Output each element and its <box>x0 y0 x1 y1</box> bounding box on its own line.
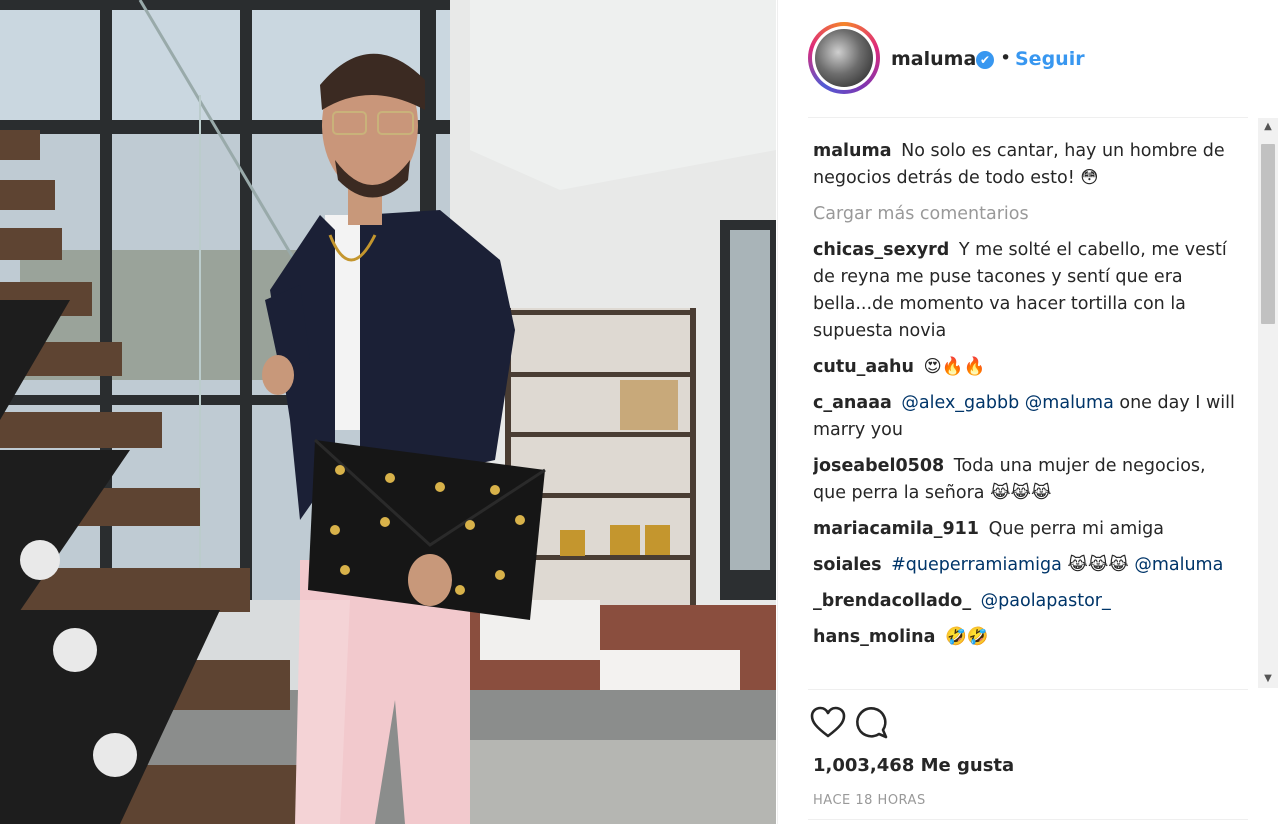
scroll-down-arrow-icon[interactable]: ▼ <box>1258 670 1278 688</box>
avatar[interactable] <box>812 26 876 90</box>
comment-text: 😹😹😹 <box>1067 555 1129 575</box>
follow-button[interactable]: Seguir <box>1015 48 1085 70</box>
comment-username[interactable]: joseabel0508 <box>813 456 944 476</box>
comment-mention[interactable]: @maluma <box>1025 393 1114 413</box>
verified-badge-icon: ✔ <box>976 51 994 69</box>
header-divider <box>808 117 1248 118</box>
comment-mention[interactable]: @alex_gabbb <box>901 393 1019 413</box>
caption: maluma No solo es cantar, hay un hombre … <box>813 138 1243 192</box>
bottom-divider <box>808 819 1248 820</box>
avatar-image <box>815 29 873 87</box>
comments-list[interactable]: maluma No solo es cantar, hay un hombre … <box>813 138 1243 690</box>
likes-count[interactable]: 1,003,468 Me gusta <box>813 755 1014 776</box>
scroll-up-arrow-icon[interactable]: ▲ <box>1258 118 1278 136</box>
separator-dot: • <box>1000 47 1012 69</box>
list-item: soiales #queperramiamiga 😹😹😹 @maluma <box>813 552 1243 579</box>
comment-username[interactable]: hans_molina <box>813 627 935 647</box>
comment-icon[interactable] <box>852 703 892 743</box>
comment-mention[interactable]: @paolapastor_ <box>981 591 1111 611</box>
comment-username[interactable]: _brendacollado_ <box>813 591 971 611</box>
list-item: _brendacollado_ @paolapastor_ <box>813 588 1243 615</box>
comment-username[interactable]: chicas_sexyrd <box>813 240 949 260</box>
scroll-thumb[interactable] <box>1261 144 1275 324</box>
comment-mention[interactable]: @maluma <box>1134 555 1223 575</box>
list-item: chicas_sexyrd Y me solté el cabello, me … <box>813 237 1243 345</box>
comment-hashtag[interactable]: #queperramiamiga <box>891 555 1062 575</box>
list-item: cutu_aahu 😍🔥🔥 <box>813 354 1243 381</box>
comment-username[interactable]: cutu_aahu <box>813 357 914 377</box>
photo-illustration <box>0 0 776 824</box>
comment-username[interactable]: soiales <box>813 555 882 575</box>
comment-username[interactable]: mariacamila_911 <box>813 519 979 539</box>
post-timestamp[interactable]: HACE 18 HORAS <box>813 793 926 808</box>
list-item: joseabel0508 Toda una mujer de negocios,… <box>813 453 1243 507</box>
header-username[interactable]: maluma <box>891 48 976 70</box>
comment-text: 🤣🤣 <box>945 627 989 647</box>
post-photo[interactable] <box>0 0 776 824</box>
load-more-comments-button[interactable]: Cargar más comentarios <box>813 201 1243 228</box>
caption-username[interactable]: maluma <box>813 141 892 161</box>
list-item: c_anaaa @alex_gabbb @maluma one day I wi… <box>813 390 1243 444</box>
list-item: hans_molina 🤣🤣 <box>813 624 1243 651</box>
list-item: mariacamila_911 Que perra mi amiga <box>813 516 1243 543</box>
post-sidebar: maluma ✔ • Seguir maluma No solo es cant… <box>777 0 1280 824</box>
comment-text: Que perra mi amiga <box>988 519 1164 539</box>
comment-username[interactable]: c_anaaa <box>813 393 892 413</box>
avatar-story-ring[interactable] <box>808 22 880 94</box>
post-header: maluma ✔ • Seguir <box>778 0 1280 118</box>
comment-text: 😍🔥🔥 <box>923 357 986 377</box>
comments-scrollbar[interactable]: ▲ ▼ <box>1258 118 1278 688</box>
actions-divider <box>808 689 1248 690</box>
heart-icon[interactable] <box>808 703 848 743</box>
